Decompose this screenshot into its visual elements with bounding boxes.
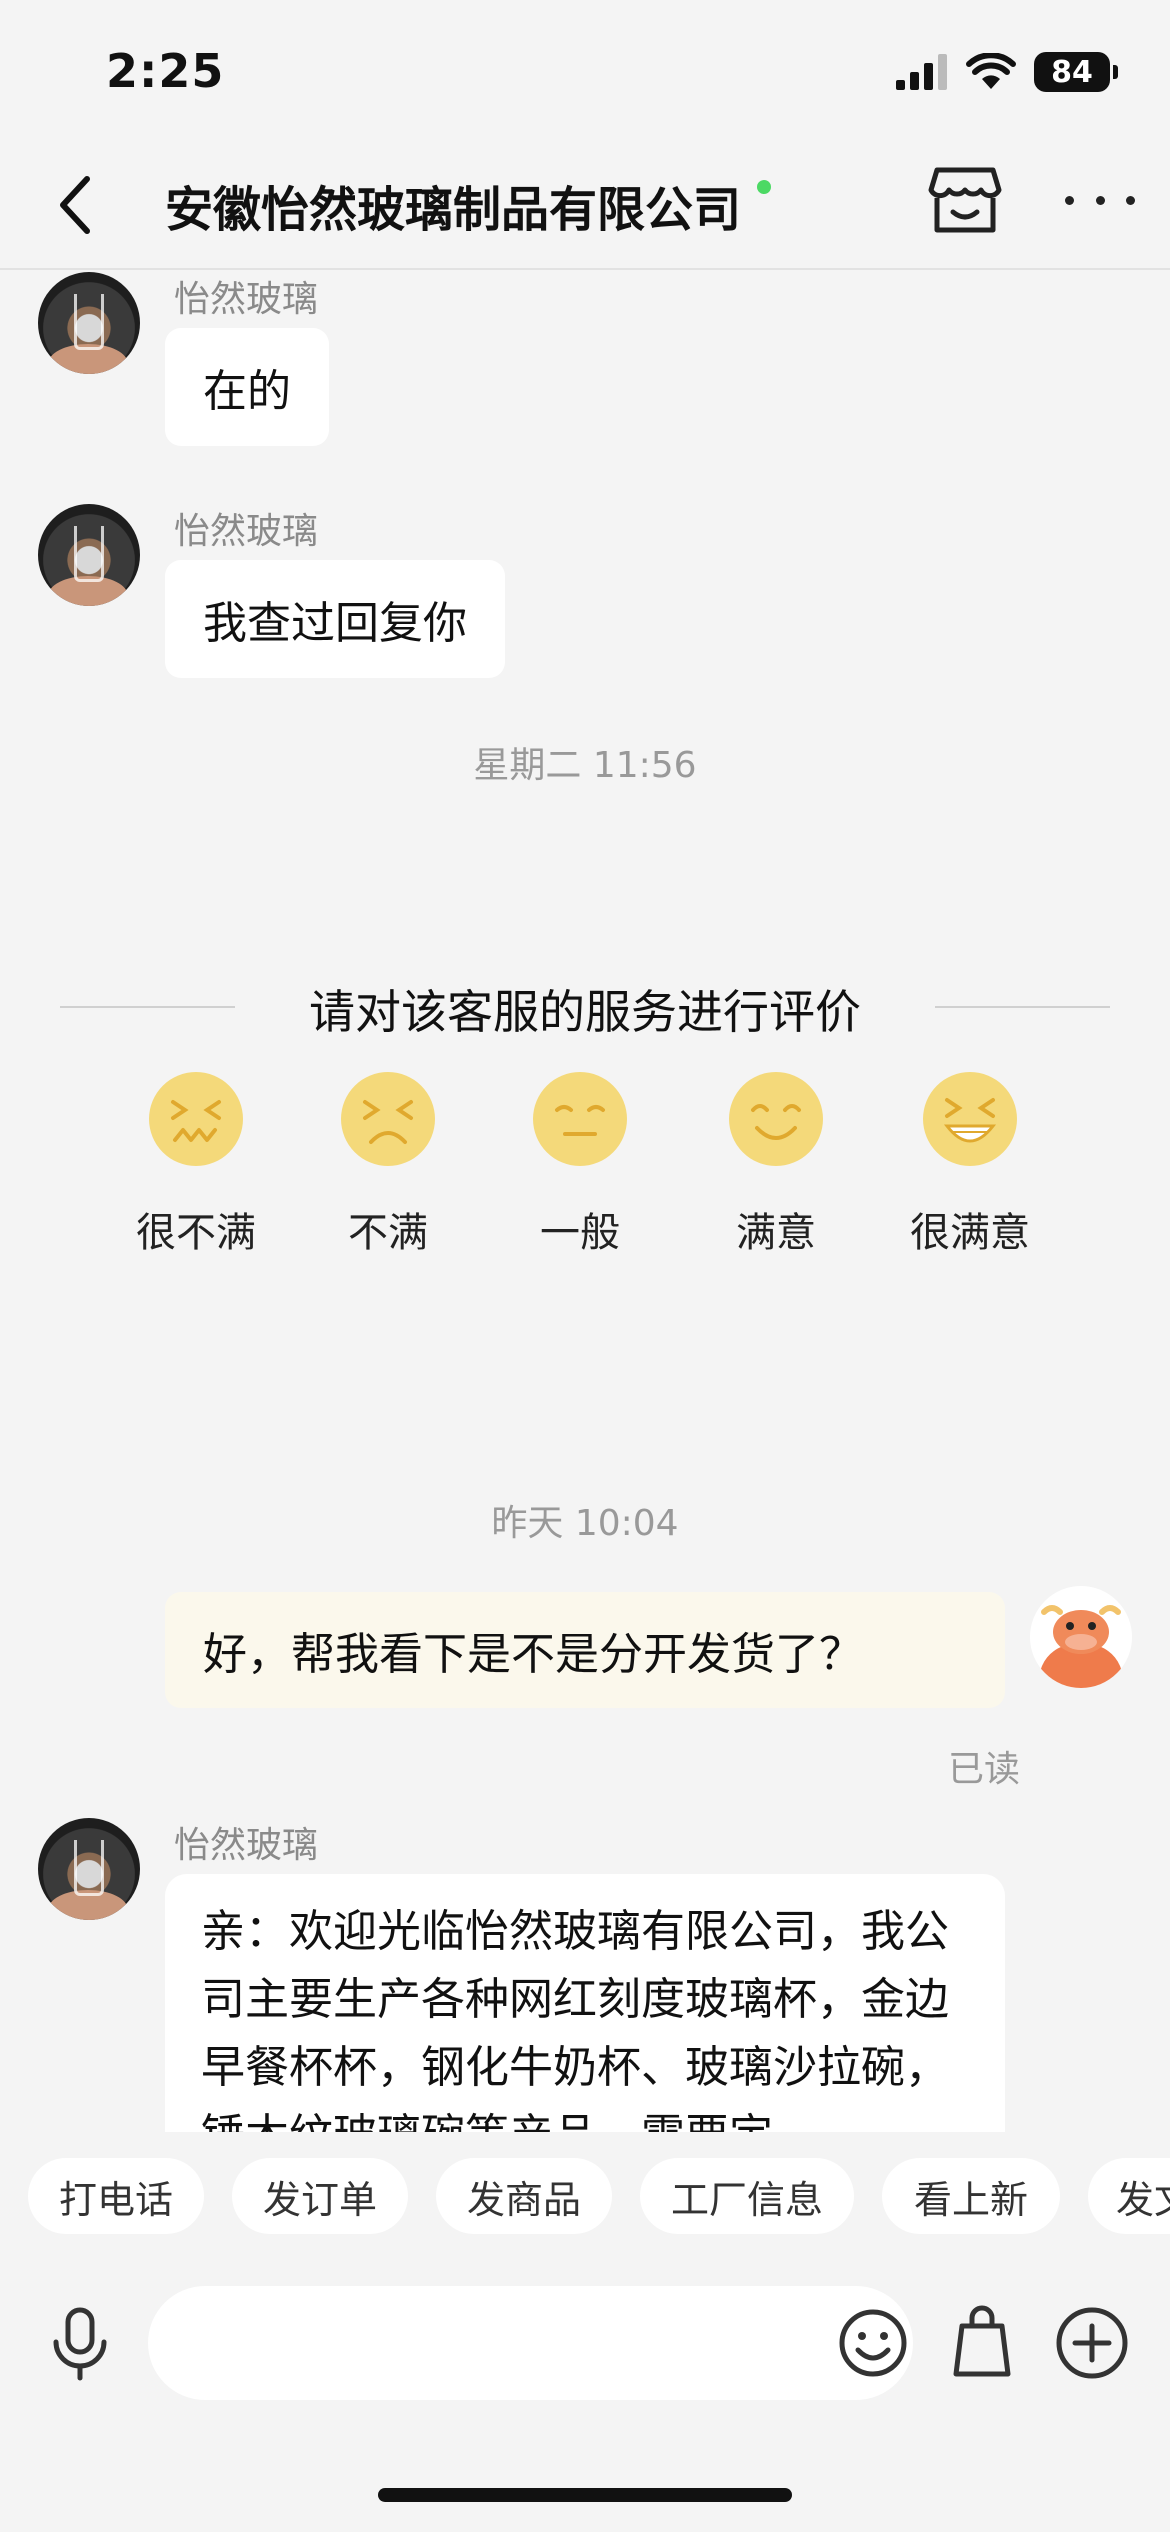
neutral-face-icon [533,1072,627,1166]
chat-area[interactable]: 怡然玻璃 在的 怡然玻璃 我查过回复你 星期二 11:56 请对该客服的服务进行… [0,272,1170,2132]
emoji-button[interactable] [838,2308,908,2378]
sender-name: 怡然玻璃 [174,279,319,320]
message-input[interactable] [148,2286,913,2400]
input-bar [0,2268,1170,2418]
seller-avatar[interactable] [38,504,140,606]
rating-options: 很不满 不满 一般 满意 很满意 [0,1072,1170,1272]
my-message-bubble[interactable]: 好，帮我看下是不是分开发货了？ [165,1592,1005,1708]
rating-label: 很不满 [136,1210,256,1256]
rating-option-very-satisfied[interactable]: 很满意 [880,1072,1060,1258]
divider [935,1006,1110,1008]
quick-reply-call[interactable]: 打电话 [28,2158,204,2234]
quick-reply-factory-info[interactable]: 工厂信息 [640,2158,854,2234]
rating-option-satisfied[interactable]: 满意 [686,1072,866,1258]
dissatisfied-face-icon [341,1072,435,1166]
smiley-icon [839,2309,907,2377]
quick-reply-send-order[interactable]: 发订单 [232,2158,408,2234]
read-status: 已读 [947,1749,1020,1790]
quick-reply-send-more[interactable]: 发文 [1088,2158,1170,2234]
status-icons: 84 [896,50,1118,94]
sender-name: 怡然玻璃 [174,511,319,552]
rating-label: 很满意 [910,1210,1030,1256]
seller-avatar[interactable] [38,272,140,374]
rating-label: 满意 [736,1210,816,1256]
quick-reply-new-arrivals[interactable]: 看上新 [882,2158,1060,2234]
rating-label: 不满 [348,1210,428,1256]
message-bubble[interactable]: 我查过回复你 [165,560,505,678]
my-avatar[interactable] [1030,1586,1132,1688]
message-bubble[interactable]: 在的 [165,328,329,446]
back-button[interactable] [40,165,110,245]
shopping-bag-button[interactable] [950,2304,1014,2380]
voice-button[interactable] [40,2304,120,2384]
more-options-button[interactable] [1065,180,1135,220]
shop-button[interactable] [925,160,1005,240]
rating-option-very-dissatisfied[interactable]: 很不满 [106,1072,286,1258]
nav-bar: 安徽怡然玻璃制品有限公司 [0,140,1170,270]
seller-avatar[interactable] [38,1818,140,1920]
very-satisfied-face-icon [923,1072,1017,1166]
quick-reply-bar: 打电话 发订单 发商品 工厂信息 看上新 发文 [0,2158,1170,2238]
chevron-left-icon [60,176,90,234]
online-status-dot [757,180,771,194]
signal-icon [896,54,947,90]
rating-title: 请对该客服的服务进行评价 [309,985,861,1039]
more-dot-icon [1126,195,1135,205]
cow-avatar-icon [1030,1586,1132,1688]
wifi-icon [966,53,1016,89]
more-actions-button[interactable] [1055,2306,1129,2380]
status-bar: 2:25 84 [0,0,1170,140]
store-icon [928,167,1002,233]
sender-name: 怡然玻璃 [174,1825,319,1866]
status-time: 2:25 [106,44,225,98]
more-dot-icon [1065,195,1074,205]
rating-option-dissatisfied[interactable]: 不满 [298,1072,478,1258]
very-dissatisfied-face-icon [149,1072,243,1166]
plus-circle-icon [1056,2307,1128,2379]
service-rating: 请对该客服的服务进行评价 很不满 不满 一般 满意 很满意 [0,962,1170,1282]
home-indicator[interactable] [378,2488,792,2502]
microphone-icon [53,2307,107,2381]
quick-reply-send-product[interactable]: 发商品 [436,2158,612,2234]
timestamp: 昨天 10:04 [491,1503,679,1544]
satisfied-face-icon [729,1072,823,1166]
message-bubble[interactable]: 亲：欢迎光临怡然玻璃有限公司，我公司主要生产各种网红刻度玻璃杯，金边早餐杯杯，钢… [165,1874,1005,2132]
rating-label: 一般 [540,1210,620,1256]
timestamp: 星期二 11:56 [473,745,697,786]
rating-option-neutral[interactable]: 一般 [490,1072,670,1258]
shopping-bag-icon [953,2305,1011,2377]
battery-indicator: 84 [1034,52,1118,92]
more-dot-icon [1095,195,1105,205]
page-title: 安徽怡然玻璃制品有限公司 [165,182,742,238]
